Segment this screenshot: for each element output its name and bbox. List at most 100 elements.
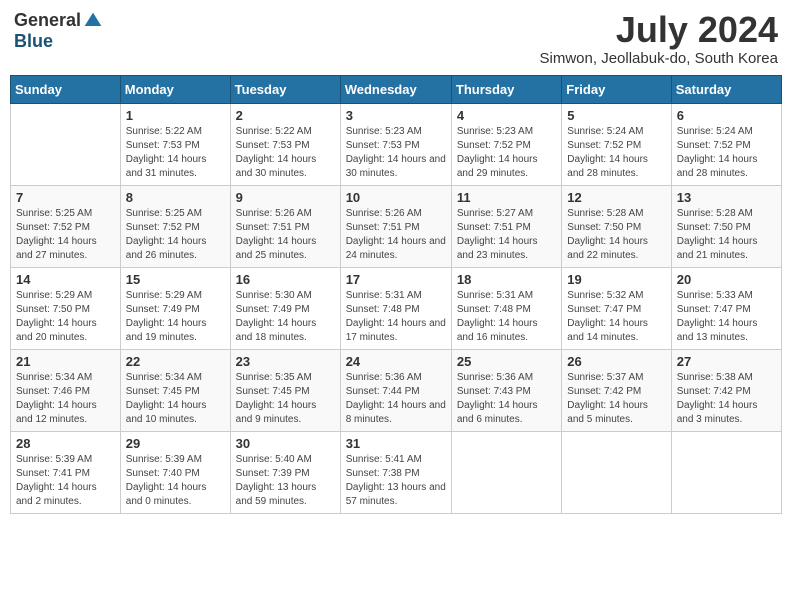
day-number: 31 <box>346 436 446 451</box>
day-info: Sunrise: 5:31 AM Sunset: 7:48 PM Dayligh… <box>457 289 556 345</box>
day-number: 8 <box>126 190 225 205</box>
day-number: 1 <box>126 108 225 123</box>
day-info: Sunrise: 5:25 AM Sunset: 7:52 PM Dayligh… <box>16 207 115 263</box>
day-number: 10 <box>346 190 446 205</box>
day-number: 25 <box>457 354 556 369</box>
calendar-cell: 21 Sunrise: 5:34 AM Sunset: 7:46 PM Dayli… <box>11 349 121 431</box>
day-info: Sunrise: 5:33 AM Sunset: 7:47 PM Dayligh… <box>677 289 776 345</box>
day-info: Sunrise: 5:26 AM Sunset: 7:51 PM Dayligh… <box>346 207 446 263</box>
day-number: 4 <box>457 108 556 123</box>
calendar-cell: 8 Sunrise: 5:25 AM Sunset: 7:52 PM Daylig… <box>120 185 230 267</box>
calendar-cell: 11 Sunrise: 5:27 AM Sunset: 7:51 PM Dayli… <box>451 185 561 267</box>
page-header: General Blue July 2024 Simwon, Jeollabuk… <box>10 10 782 67</box>
calendar-cell: 14 Sunrise: 5:29 AM Sunset: 7:50 PM Dayli… <box>11 267 121 349</box>
calendar-cell: 20 Sunrise: 5:33 AM Sunset: 7:47 PM Dayli… <box>671 267 781 349</box>
day-info: Sunrise: 5:27 AM Sunset: 7:51 PM Dayligh… <box>457 207 556 263</box>
day-info: Sunrise: 5:34 AM Sunset: 7:46 PM Dayligh… <box>16 371 115 427</box>
day-number: 3 <box>346 108 446 123</box>
day-info: Sunrise: 5:24 AM Sunset: 7:52 PM Dayligh… <box>567 125 665 181</box>
day-number: 19 <box>567 272 665 287</box>
calendar-cell: 10 Sunrise: 5:26 AM Sunset: 7:51 PM Dayli… <box>340 185 451 267</box>
location-title: Simwon, Jeollabuk-do, South Korea <box>540 50 778 67</box>
calendar-cell: 7 Sunrise: 5:25 AM Sunset: 7:52 PM Daylig… <box>11 185 121 267</box>
day-info: Sunrise: 5:29 AM Sunset: 7:50 PM Dayligh… <box>16 289 115 345</box>
calendar-cell <box>671 431 781 513</box>
day-info: Sunrise: 5:31 AM Sunset: 7:48 PM Dayligh… <box>346 289 446 345</box>
day-info: Sunrise: 5:40 AM Sunset: 7:39 PM Dayligh… <box>236 453 335 509</box>
day-info: Sunrise: 5:37 AM Sunset: 7:42 PM Dayligh… <box>567 371 665 427</box>
day-info: Sunrise: 5:28 AM Sunset: 7:50 PM Dayligh… <box>567 207 665 263</box>
day-info: Sunrise: 5:35 AM Sunset: 7:45 PM Dayligh… <box>236 371 335 427</box>
day-number: 30 <box>236 436 335 451</box>
weekday-header-sunday: Sunday <box>11 75 121 103</box>
calendar-cell: 3 Sunrise: 5:23 AM Sunset: 7:53 PM Daylig… <box>340 103 451 185</box>
calendar-cell: 13Sunrise: 5:28 AM Sunset: 7:50 PM Dayli… <box>671 185 781 267</box>
day-number: 20 <box>677 272 776 287</box>
calendar-table: SundayMondayTuesdayWednesdayThursdayFrid… <box>10 75 782 514</box>
weekday-header-wednesday: Wednesday <box>340 75 451 103</box>
calendar-week-2: 7 Sunrise: 5:25 AM Sunset: 7:52 PM Daylig… <box>11 185 782 267</box>
day-info: Sunrise: 5:34 AM Sunset: 7:45 PM Dayligh… <box>126 371 225 427</box>
day-number: 24 <box>346 354 446 369</box>
day-info: Sunrise: 5:39 AM Sunset: 7:41 PM Dayligh… <box>16 453 115 509</box>
weekday-header-monday: Monday <box>120 75 230 103</box>
calendar-cell: 23Sunrise: 5:35 AM Sunset: 7:45 PM Dayli… <box>230 349 340 431</box>
weekday-header-row: SundayMondayTuesdayWednesdayThursdayFrid… <box>11 75 782 103</box>
calendar-week-4: 21 Sunrise: 5:34 AM Sunset: 7:46 PM Dayli… <box>11 349 782 431</box>
day-info: Sunrise: 5:36 AM Sunset: 7:44 PM Dayligh… <box>346 371 446 427</box>
calendar-cell: 31Sunrise: 5:41 AM Sunset: 7:38 PM Dayli… <box>340 431 451 513</box>
day-info: Sunrise: 5:38 AM Sunset: 7:42 PM Dayligh… <box>677 371 776 427</box>
day-info: Sunrise: 5:23 AM Sunset: 7:52 PM Dayligh… <box>457 125 556 181</box>
day-number: 17 <box>346 272 446 287</box>
logo-general: General <box>14 10 81 31</box>
day-number: 15 <box>126 272 225 287</box>
title-section: July 2024 Simwon, Jeollabuk-do, South Ko… <box>540 10 778 67</box>
day-number: 16 <box>236 272 335 287</box>
day-number: 14 <box>16 272 115 287</box>
day-number: 6 <box>677 108 776 123</box>
calendar-cell: 5 Sunrise: 5:24 AM Sunset: 7:52 PM Daylig… <box>562 103 671 185</box>
calendar-cell: 28 Sunrise: 5:39 AM Sunset: 7:41 PM Dayli… <box>11 431 121 513</box>
day-number: 27 <box>677 354 776 369</box>
calendar-cell: 16Sunrise: 5:30 AM Sunset: 7:49 PM Dayli… <box>230 267 340 349</box>
calendar-cell <box>11 103 121 185</box>
weekday-header-tuesday: Tuesday <box>230 75 340 103</box>
calendar-cell: 30 Sunrise: 5:40 AM Sunset: 7:39 PM Dayli… <box>230 431 340 513</box>
day-number: 28 <box>16 436 115 451</box>
day-number: 7 <box>16 190 115 205</box>
day-number: 11 <box>457 190 556 205</box>
calendar-cell: 6 Sunrise: 5:24 AM Sunset: 7:52 PM Daylig… <box>671 103 781 185</box>
logo-blue: Blue <box>14 31 53 52</box>
day-info: Sunrise: 5:24 AM Sunset: 7:52 PM Dayligh… <box>677 125 776 181</box>
day-number: 21 <box>16 354 115 369</box>
calendar-cell: 18 Sunrise: 5:31 AM Sunset: 7:48 PM Dayli… <box>451 267 561 349</box>
day-info: Sunrise: 5:29 AM Sunset: 7:49 PM Dayligh… <box>126 289 225 345</box>
day-number: 5 <box>567 108 665 123</box>
day-info: Sunrise: 5:22 AM Sunset: 7:53 PM Dayligh… <box>126 125 225 181</box>
calendar-cell: 15 Sunrise: 5:29 AM Sunset: 7:49 PM Dayli… <box>120 267 230 349</box>
weekday-header-thursday: Thursday <box>451 75 561 103</box>
weekday-header-friday: Friday <box>562 75 671 103</box>
day-number: 26 <box>567 354 665 369</box>
calendar-cell: 12 Sunrise: 5:28 AM Sunset: 7:50 PM Dayli… <box>562 185 671 267</box>
weekday-header-saturday: Saturday <box>671 75 781 103</box>
calendar-cell: 9Sunrise: 5:26 AM Sunset: 7:51 PM Daylig… <box>230 185 340 267</box>
calendar-cell: 29Sunrise: 5:39 AM Sunset: 7:40 PM Dayli… <box>120 431 230 513</box>
calendar-cell: 24 Sunrise: 5:36 AM Sunset: 7:44 PM Dayli… <box>340 349 451 431</box>
day-number: 9 <box>236 190 335 205</box>
logo: General Blue <box>14 10 103 52</box>
day-number: 2 <box>236 108 335 123</box>
day-info: Sunrise: 5:23 AM Sunset: 7:53 PM Dayligh… <box>346 125 446 181</box>
day-number: 22 <box>126 354 225 369</box>
day-info: Sunrise: 5:25 AM Sunset: 7:52 PM Dayligh… <box>126 207 225 263</box>
calendar-cell: 4 Sunrise: 5:23 AM Sunset: 7:52 PM Daylig… <box>451 103 561 185</box>
day-number: 18 <box>457 272 556 287</box>
day-number: 12 <box>567 190 665 205</box>
calendar-cell: 25 Sunrise: 5:36 AM Sunset: 7:43 PM Dayli… <box>451 349 561 431</box>
month-title: July 2024 <box>540 10 778 50</box>
calendar-week-3: 14 Sunrise: 5:29 AM Sunset: 7:50 PM Dayli… <box>11 267 782 349</box>
calendar-cell: 26 Sunrise: 5:37 AM Sunset: 7:42 PM Dayli… <box>562 349 671 431</box>
calendar-cell: 17 Sunrise: 5:31 AM Sunset: 7:48 PM Dayli… <box>340 267 451 349</box>
day-info: Sunrise: 5:28 AM Sunset: 7:50 PM Dayligh… <box>677 207 776 263</box>
day-info: Sunrise: 5:36 AM Sunset: 7:43 PM Dayligh… <box>457 371 556 427</box>
